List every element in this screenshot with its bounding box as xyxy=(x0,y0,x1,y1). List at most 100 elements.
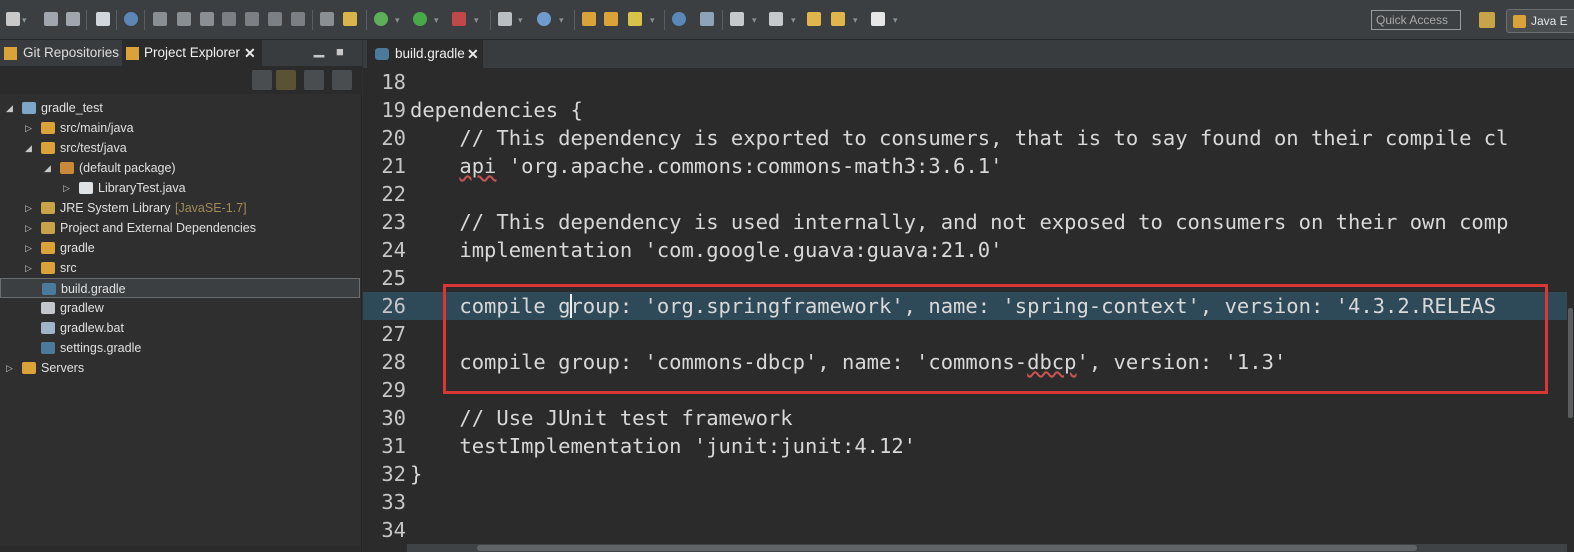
tree-item[interactable]: ▷ Servers xyxy=(0,358,360,378)
collapse-arrow-icon[interactable]: ▷ xyxy=(63,178,70,198)
save-icon[interactable] xyxy=(44,12,58,26)
collapse-arrow-icon[interactable]: ▷ xyxy=(25,118,32,138)
line-number: 23 xyxy=(381,210,406,234)
collapse-arrow-icon[interactable]: ▷ xyxy=(25,258,32,278)
view-toolbar xyxy=(0,66,362,94)
suspend-icon[interactable] xyxy=(177,12,191,26)
chevron-down-icon[interactable]: ▾ xyxy=(650,13,655,27)
code-line: 19 dependencies { xyxy=(363,96,1567,124)
chevron-down-icon[interactable]: ▾ xyxy=(434,13,439,27)
print-icon[interactable] xyxy=(96,12,110,26)
left-scrollbar[interactable] xyxy=(0,546,360,552)
tree-item[interactable]: gradlew.bat xyxy=(0,318,360,338)
debug-icon[interactable] xyxy=(374,12,388,26)
code-line: 23 // This dependency is used internally… xyxy=(363,208,1567,236)
tab-build-gradle[interactable]: build.gradle ✕ xyxy=(367,40,483,68)
search-icon[interactable] xyxy=(672,12,686,26)
tree-item[interactable]: ▷ LibraryTest.java xyxy=(0,178,360,198)
tree-item-label: LibraryTest.java xyxy=(98,181,186,195)
open-perspective-icon[interactable] xyxy=(1479,12,1495,28)
run-icon[interactable] xyxy=(413,12,427,26)
code-line: 33 xyxy=(363,488,1567,516)
tree-item[interactable]: ▷ Project and External Dependencies xyxy=(0,218,360,238)
chevron-down-icon[interactable]: ▾ xyxy=(853,13,858,27)
collapse-arrow-icon[interactable]: ▷ xyxy=(25,198,32,218)
globe-icon[interactable] xyxy=(700,12,714,26)
scrollbar-thumb[interactable] xyxy=(477,545,1417,551)
tab-project-explorer[interactable]: Project Explorer ✕ xyxy=(122,40,262,66)
tree-item[interactable]: ▷ src xyxy=(0,258,360,278)
tree-item[interactable]: ◢ gradle_test xyxy=(0,98,360,118)
use-step-filters-icon[interactable] xyxy=(343,12,357,26)
resume-icon[interactable] xyxy=(153,12,167,26)
horizontal-scrollbar[interactable] xyxy=(407,544,1567,552)
new-package-icon[interactable] xyxy=(582,12,596,26)
filter-icon[interactable] xyxy=(304,70,324,90)
step-return-icon[interactable] xyxy=(291,12,305,26)
last-edit-icon[interactable] xyxy=(769,12,783,26)
chevron-down-icon[interactable]: ▾ xyxy=(893,13,898,27)
back-icon[interactable] xyxy=(831,12,845,26)
new-class-icon[interactable] xyxy=(604,12,618,26)
vertical-scrollbar[interactable] xyxy=(1567,68,1574,552)
chevron-down-icon[interactable]: ▾ xyxy=(559,13,564,27)
bat-file-icon xyxy=(41,322,55,334)
tree-item-label: Project and External Dependencies xyxy=(60,221,256,235)
tree-item[interactable]: build.gradle xyxy=(0,278,360,298)
scrollbar-thumb[interactable] xyxy=(1568,308,1573,418)
collapse-arrow-icon[interactable]: ▷ xyxy=(25,238,32,258)
code-editor[interactable]: 34 33 32} 31 testImplementation 'junit:juni… xyxy=(363,68,1567,552)
code-text: // Use JUnit test framework xyxy=(410,406,793,430)
expand-arrow-icon[interactable]: ◢ xyxy=(25,138,32,158)
expand-arrow-icon[interactable]: ◢ xyxy=(6,98,13,118)
chevron-down-icon[interactable]: ▾ xyxy=(22,13,27,27)
tree-item[interactable]: ▷ gradle xyxy=(0,238,360,258)
step-over-icon[interactable] xyxy=(268,12,282,26)
drop-to-frame-icon[interactable] xyxy=(320,12,334,26)
view-menu-icon[interactable] xyxy=(332,70,352,90)
external-tools-icon[interactable] xyxy=(498,12,512,26)
step-into-icon[interactable] xyxy=(245,12,259,26)
chevron-down-icon[interactable]: ▾ xyxy=(752,13,757,27)
chevron-down-icon[interactable]: ▾ xyxy=(395,13,400,27)
collapse-arrow-icon[interactable]: ▷ xyxy=(25,218,32,238)
annotation-icon[interactable] xyxy=(730,12,744,26)
skip-breakpoints-icon[interactable] xyxy=(124,12,138,26)
back-icon[interactable] xyxy=(807,12,821,26)
save-all-icon[interactable] xyxy=(66,12,80,26)
tab-git-repositories[interactable]: Git Repositories xyxy=(0,40,122,66)
maximize-icon[interactable]: ■ xyxy=(336,44,344,59)
open-type-icon[interactable] xyxy=(628,12,642,26)
gradle-file-icon xyxy=(41,342,55,354)
line-number: 19 xyxy=(381,98,406,122)
tree-item[interactable]: gradlew xyxy=(0,298,360,318)
perspective-java-button[interactable]: Java E xyxy=(1506,9,1574,33)
quick-access-input[interactable]: Quick Access xyxy=(1371,10,1461,30)
expand-arrow-icon[interactable]: ◢ xyxy=(44,158,51,178)
close-icon[interactable]: ✕ xyxy=(244,40,256,66)
tree-item[interactable]: ▷ src/main/java xyxy=(0,118,360,138)
new-icon[interactable] xyxy=(6,12,20,26)
editor-tabs: build.gradle ✕ xyxy=(363,40,1574,68)
line-number: 25 xyxy=(381,266,406,290)
link-with-editor-icon[interactable] xyxy=(276,70,296,90)
tree-item-label: (default package) xyxy=(79,161,176,175)
coverage-icon[interactable] xyxy=(452,12,466,26)
terminate-icon[interactable] xyxy=(200,12,214,26)
new-java-project-icon[interactable] xyxy=(537,12,551,26)
chevron-down-icon[interactable]: ▾ xyxy=(791,13,796,27)
tree-item[interactable]: settings.gradle xyxy=(0,338,360,358)
forward-icon[interactable] xyxy=(871,12,885,26)
close-icon[interactable]: ✕ xyxy=(467,40,479,68)
collapse-arrow-icon[interactable]: ▷ xyxy=(6,358,13,378)
minimize-icon[interactable]: ▁ xyxy=(314,42,324,58)
tree-item[interactable]: ◢ src/test/java xyxy=(0,138,360,158)
tree-item[interactable]: ▷ JRE System Library [JavaSE-1.7] xyxy=(0,198,360,218)
perspective-label: Java E xyxy=(1531,14,1568,28)
tree-item[interactable]: ◢ (default package) xyxy=(0,158,360,178)
chevron-down-icon[interactable]: ▾ xyxy=(474,13,479,27)
disconnect-icon[interactable] xyxy=(222,12,236,26)
collapse-all-icon[interactable] xyxy=(252,70,272,90)
code-text: // This dependency is used internally, a… xyxy=(410,210,1509,234)
chevron-down-icon[interactable]: ▾ xyxy=(518,13,523,27)
